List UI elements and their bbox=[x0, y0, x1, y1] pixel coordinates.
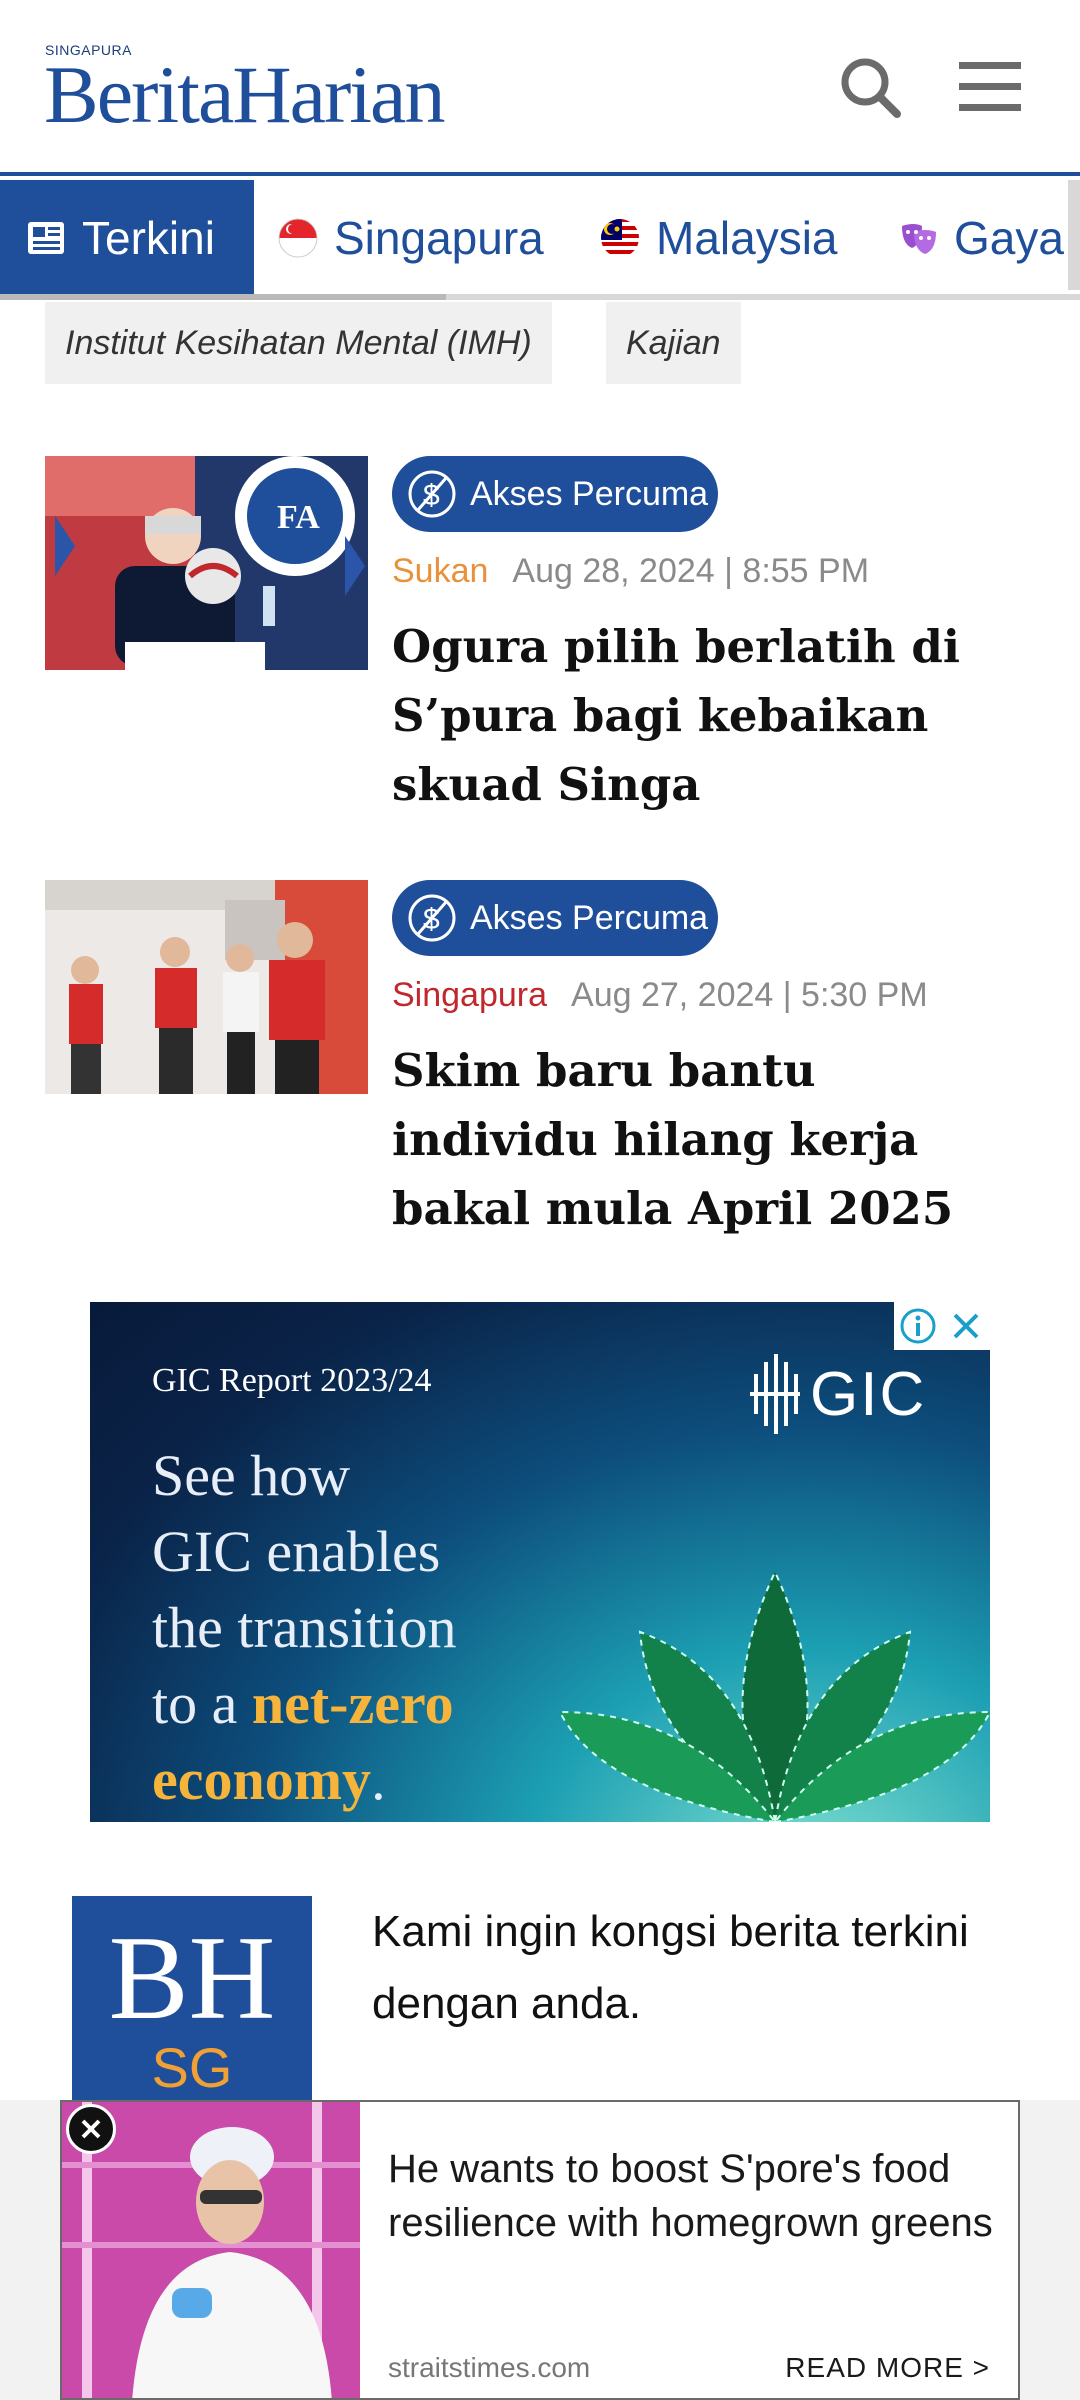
close-icon bbox=[81, 2119, 101, 2139]
article-category[interactable]: Sukan bbox=[392, 552, 488, 591]
bh-sg-logo: BH SG bbox=[72, 1896, 312, 2106]
free-access-badge: $ Akses Percuma bbox=[392, 880, 718, 956]
ad-article-title[interactable]: He wants to boost S'pore's food resilien… bbox=[388, 2142, 998, 2250]
article-thumbnail[interactable] bbox=[45, 880, 368, 1094]
gic-ad-banner[interactable]: GIC Report 2023/24 GIC See how GIC enabl… bbox=[90, 1302, 990, 1822]
ad-source: straitstimes.com bbox=[388, 2352, 591, 2383]
ad-headline-line: the transition bbox=[152, 1595, 457, 1660]
info-icon bbox=[900, 1308, 936, 1344]
tab-label: Singapura bbox=[334, 212, 544, 264]
article-date: Aug 27, 2024 | 5:30 PM bbox=[571, 976, 928, 1014]
newsletter-text: Kami ingin kongsi berita terkini dengan … bbox=[372, 1907, 969, 2028]
ad-highlight: net-zero bbox=[251, 1671, 454, 1736]
ad-line-prefix: to a bbox=[152, 1671, 252, 1736]
nav-scroll-edge bbox=[1068, 180, 1080, 290]
bh-logo-sg: SG bbox=[151, 2036, 233, 2099]
ad-headline-line: economy. bbox=[152, 1746, 386, 1813]
hamburger-menu-icon[interactable] bbox=[955, 52, 1025, 122]
ad-info-button[interactable] bbox=[894, 1302, 942, 1350]
gic-logo: GIC bbox=[750, 1354, 926, 1434]
tab-label: Malaysia bbox=[656, 212, 838, 264]
tab-gaya[interactable]: Gaya bbox=[898, 180, 1064, 296]
sticky-article-ad[interactable]: He wants to boost S'pore's food resilien… bbox=[60, 2100, 1020, 2400]
article-headline[interactable]: Ogura pilih berlatih di S’pura bagi keba… bbox=[392, 612, 1032, 819]
topic-tag[interactable]: Institut Kesihatan Mental (IMH) bbox=[45, 302, 552, 384]
ad-close-button[interactable] bbox=[942, 1302, 990, 1350]
gic-brand-text: GIC bbox=[810, 1359, 927, 1429]
dollar-circle-icon: $ bbox=[408, 470, 456, 518]
nav-active-underline bbox=[0, 294, 446, 300]
ad-headline-line: GIC enables bbox=[152, 1519, 441, 1584]
theatre-masks-icon bbox=[902, 224, 936, 254]
article-thumbnail[interactable]: FA bbox=[45, 456, 368, 670]
search-icon[interactable] bbox=[835, 52, 905, 122]
free-access-badge: $ Akses Percuma bbox=[392, 456, 718, 532]
ad-headline-line: to a net-zero bbox=[152, 1670, 454, 1737]
ad-headline-line: See how bbox=[152, 1443, 351, 1508]
article-image: FA bbox=[45, 456, 368, 670]
dollar-circle-icon: $ bbox=[408, 894, 456, 942]
ad-controls bbox=[894, 1302, 990, 1350]
tab-label: Gaya bbox=[954, 212, 1064, 264]
svg-text:FA: FA bbox=[277, 499, 320, 536]
ad-highlight: economy bbox=[152, 1747, 372, 1812]
gic-mark-icon bbox=[750, 1354, 800, 1434]
singapore-flag-icon bbox=[278, 218, 318, 258]
tab-terkini[interactable]: Terkini bbox=[0, 180, 254, 296]
read-more-link[interactable]: READ MORE > bbox=[785, 2352, 990, 2384]
badge-label: Akses Percuma bbox=[470, 898, 709, 937]
tab-label: Terkini bbox=[82, 212, 215, 264]
article-image bbox=[45, 880, 368, 1094]
leaf-graphic bbox=[560, 1569, 990, 1822]
topic-tag[interactable]: Kajian bbox=[606, 302, 741, 384]
ad-line-suffix: . bbox=[371, 1747, 386, 1812]
tab-singapura[interactable]: Singapura bbox=[278, 180, 544, 296]
site-logo[interactable]: BeritaHarian bbox=[44, 52, 445, 138]
bh-logo-text: BH bbox=[108, 1911, 276, 2044]
badge-label: Akses Percuma bbox=[470, 474, 709, 513]
tab-malaysia[interactable]: Malaysia bbox=[600, 180, 838, 296]
ad-report-label: GIC Report 2023/24 bbox=[152, 1362, 432, 1399]
article-date: Aug 28, 2024 | 8:55 PM bbox=[512, 552, 870, 590]
article-meta: Sukan Aug 28, 2024 | 8:55 PM bbox=[392, 552, 869, 591]
malaysia-flag-icon bbox=[601, 219, 639, 257]
article-headline[interactable]: Skim baru bantu individu hilang kerja ba… bbox=[392, 1036, 1032, 1243]
article-meta: Singapura Aug 27, 2024 | 5:30 PM bbox=[392, 976, 928, 1015]
site-header: SINGAPURA BeritaHarian bbox=[0, 0, 1080, 172]
newspaper-icon bbox=[28, 222, 64, 254]
sticky-ad-close-button[interactable] bbox=[66, 2104, 116, 2154]
category-nav: Terkini Singapura Malaysia Gaya bbox=[0, 172, 1080, 300]
article-category[interactable]: Singapura bbox=[392, 976, 547, 1015]
close-icon bbox=[953, 1313, 979, 1339]
